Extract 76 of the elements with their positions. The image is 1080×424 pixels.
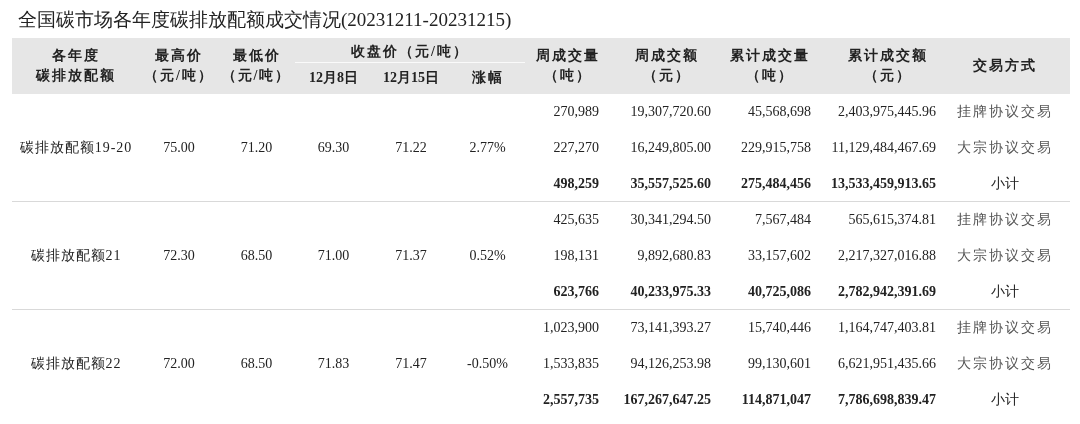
- table-cell: 40,233,975.33: [630, 283, 711, 299]
- column-header: 周成交量 （吨）: [536, 47, 600, 83]
- column-header: 累计成交额 （元）: [847, 47, 928, 83]
- table-cell: 71.00: [317, 248, 350, 263]
- table-cell: 498,259: [553, 175, 599, 191]
- table-cell: 2,217,327,016.88: [838, 248, 936, 263]
- column-header: 各年度 碳排放配额: [36, 47, 116, 83]
- table-title: 全国碳市场各年度碳排放配额成交情况(20231211-20231215): [18, 9, 512, 29]
- table-cell: 小计: [991, 175, 1019, 191]
- table-cell: 13,533,459,913.65: [831, 175, 936, 191]
- table-cell: 1,533,835: [543, 356, 599, 371]
- table-cell: 68.50: [240, 248, 273, 263]
- table-cell: 碳排放配额19-20: [19, 139, 133, 155]
- table-cell: 7,567,484: [755, 212, 811, 228]
- table-cell: 11,129,484,467.69: [831, 140, 936, 155]
- table-cell: 71.47: [395, 356, 427, 372]
- table-cell: 45,568,698: [748, 104, 811, 119]
- table-cell: 227,270: [553, 140, 599, 155]
- table-cell: 425,635: [553, 212, 599, 228]
- table-cell: 2,403,975,445.96: [838, 104, 936, 119]
- table-cell: 2.77%: [469, 139, 506, 155]
- table-cell: 40,725,086: [748, 283, 811, 299]
- table-cell: 0.52%: [469, 248, 506, 263]
- column-header: 最高价 （元/吨）: [144, 47, 214, 83]
- table-cell: 71.83: [317, 356, 350, 372]
- table-cell: 229,915,758: [741, 140, 811, 155]
- table-cell: 小计: [991, 392, 1019, 407]
- table-cell: 大宗协议交易: [957, 248, 1053, 263]
- table-cell: 2,557,735: [543, 392, 599, 407]
- table-cell: 1,164,747,403.81: [838, 320, 936, 336]
- column-header: 收盘价（元/吨）: [351, 44, 469, 59]
- table-cell: 75.00: [163, 139, 195, 155]
- column-header: 累计成交量 （吨）: [730, 47, 810, 83]
- table-cell: 71.20: [240, 139, 273, 155]
- column-header: 涨幅: [471, 70, 504, 86]
- column-header: 最低价 （元/吨）: [221, 47, 292, 83]
- table-cell: 167,267,647.25: [623, 392, 711, 407]
- table-cell: 碳排放配额21: [30, 248, 122, 263]
- table-cell: 623,766: [553, 283, 599, 299]
- table-cell: 99,130,601: [748, 356, 811, 371]
- column-header: 12月8日: [309, 70, 358, 86]
- table-cell: 270,989: [553, 104, 599, 119]
- table-cell: 71.37: [395, 248, 427, 263]
- column-header: 周成交额 （元）: [635, 47, 699, 83]
- table-cell: 35,557,525.60: [630, 175, 711, 191]
- table-cell: -0.50%: [467, 356, 508, 372]
- table-cell: 69.30: [317, 139, 350, 155]
- table-cell: 碳排放配额22: [30, 356, 122, 372]
- table-cell: 6,621,951,435.66: [838, 356, 936, 371]
- table-cell: 94,126,253.98: [630, 356, 711, 371]
- table-cell: 565,615,374.81: [848, 212, 936, 228]
- column-header: 交易方式: [973, 57, 1037, 73]
- table-cell: 114,871,047: [741, 392, 811, 407]
- column-header: 12月15日: [383, 70, 439, 86]
- table-cell: 16,249,805.00: [630, 140, 711, 155]
- table-cell: 15,740,446: [748, 320, 811, 336]
- table-cell: 小计: [991, 283, 1019, 299]
- table-cell: 挂牌协议交易: [957, 320, 1053, 336]
- table-cell: 大宗协议交易: [957, 356, 1053, 371]
- table-cell: 2,782,942,391.69: [838, 283, 936, 299]
- table-cell: 挂牌协议交易: [957, 212, 1053, 228]
- table-cell: 9,892,680.83: [637, 248, 711, 263]
- table-cell: 198,131: [553, 248, 599, 263]
- table-cell: 73,141,393.27: [630, 320, 711, 336]
- table-cell: 68.50: [240, 356, 273, 372]
- table-cell: 72.30: [163, 248, 195, 263]
- table-cell: 7,786,698,839.47: [838, 392, 936, 407]
- table-cell: 1,023,900: [543, 320, 599, 336]
- table-cell: 33,157,602: [748, 248, 811, 263]
- table-cell: 19,307,720.60: [630, 104, 711, 119]
- table-cell: 72.00: [163, 356, 195, 372]
- table-cell: 挂牌协议交易: [957, 104, 1053, 119]
- table-cell: 275,484,456: [741, 175, 811, 191]
- table-cell: 71.22: [395, 139, 427, 155]
- table-cell: 30,341,294.50: [630, 212, 711, 228]
- table-cell: 大宗协议交易: [957, 140, 1053, 155]
